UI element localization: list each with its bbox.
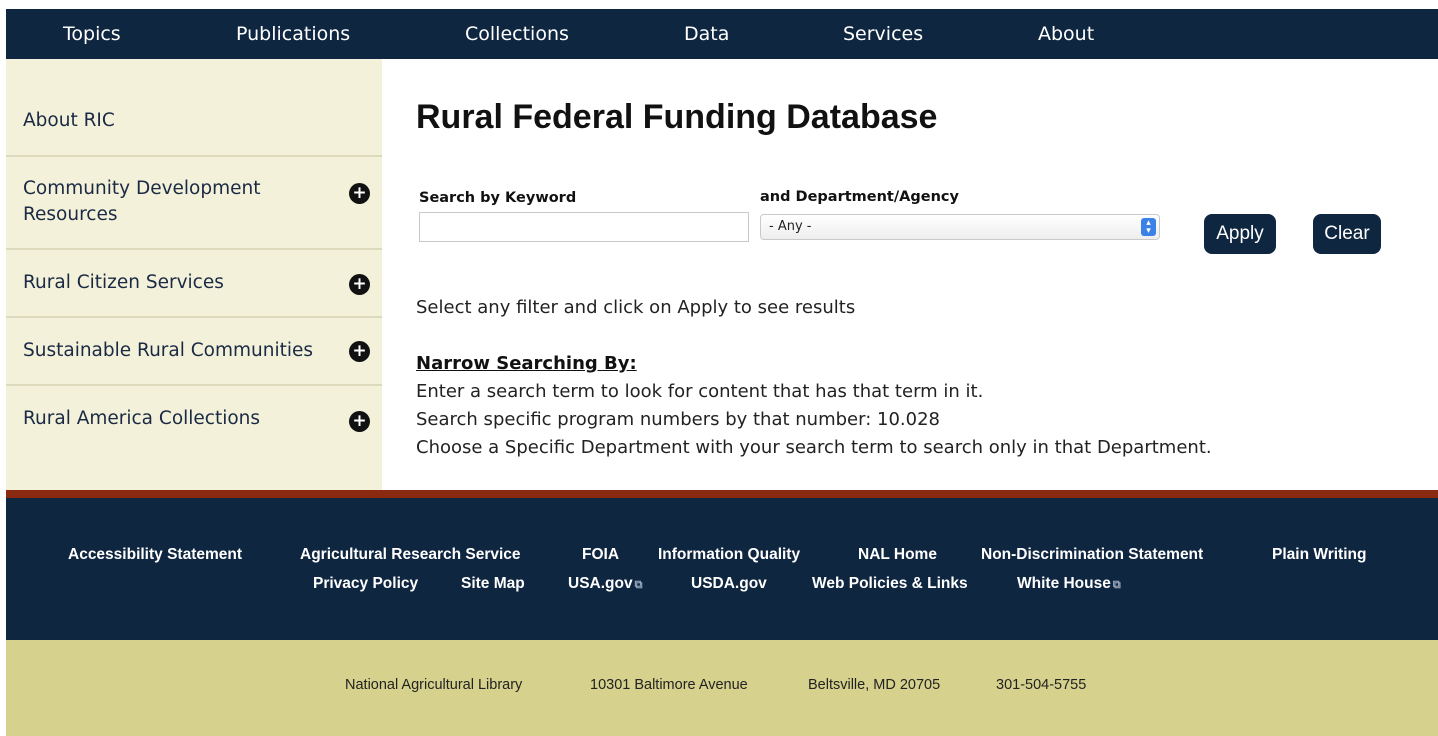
sidebar-item-rural-citizen-services[interactable]: Rural Citizen Services + <box>6 250 382 318</box>
footer-link-ars[interactable]: Agricultural Research Service <box>300 546 521 564</box>
page-title: Rural Federal Funding Database <box>416 98 938 136</box>
narrow-line: Search specific program numbers by that … <box>416 409 940 430</box>
footer-link-usda-gov[interactable]: USDA.gov <box>691 575 767 593</box>
sidebar-item-label: Sustainable Rural Communities <box>23 340 314 361</box>
footer-divider <box>6 490 1438 498</box>
sidebar-item-sustainable-rural-communities[interactable]: Sustainable Rural Communities + <box>6 318 382 386</box>
department-agency-select[interactable]: - Any - ▴ ▾ <box>760 214 1160 240</box>
footer-link-web-policies[interactable]: Web Policies & Links <box>812 575 968 593</box>
narrow-line: Enter a search term to look for content … <box>416 381 984 402</box>
keyword-search-input[interactable] <box>419 212 749 242</box>
nav-data[interactable]: Data <box>684 23 729 45</box>
sidebar-item-about-ric[interactable]: About RIC <box>6 59 382 157</box>
apply-button[interactable]: Apply <box>1204 214 1276 254</box>
sidebar-item-label: Rural Citizen Services <box>23 272 224 293</box>
footer-link-white-house[interactable]: White House <box>1017 575 1111 592</box>
footer-links: Accessibility Statement Agricultural Res… <box>6 498 1438 640</box>
top-navigation: Topics Publications Collections Data Ser… <box>6 9 1438 59</box>
keyword-label: Search by Keyword <box>419 190 577 206</box>
footer-link-information-quality[interactable]: Information Quality <box>658 546 800 564</box>
nav-about[interactable]: About <box>1038 23 1094 45</box>
address-phone: 301-504-5755 <box>996 677 1087 693</box>
sidebar-item-label: Community Development Resources <box>23 178 261 225</box>
footer-link-nal-home[interactable]: NAL Home <box>858 546 937 564</box>
footer-link-usa-gov[interactable]: USA.gov <box>568 575 633 592</box>
sidebar-item-rural-america-collections[interactable]: Rural America Collections + <box>6 386 382 454</box>
sidebar-item-community-development[interactable]: Community Development Resources + <box>6 157 382 250</box>
address-street: 10301 Baltimore Avenue <box>590 677 748 693</box>
footer-link-foia[interactable]: FOIA <box>582 546 619 564</box>
plus-circle-icon[interactable]: + <box>349 341 370 362</box>
sidebar-item-label: About RIC <box>23 110 115 131</box>
nav-topics[interactable]: Topics <box>63 23 121 45</box>
footer-link-accessibility[interactable]: Accessibility Statement <box>68 546 242 564</box>
narrow-searching-heading: Narrow Searching By: <box>416 353 637 374</box>
plus-circle-icon[interactable]: + <box>349 183 370 204</box>
clear-button[interactable]: Clear <box>1313 214 1381 254</box>
select-arrows-icon: ▴ ▾ <box>1141 218 1156 236</box>
department-label: and Department/Agency <box>760 189 959 205</box>
external-link-icon: ⧉ <box>1112 579 1121 591</box>
external-link-icon: ⧉ <box>634 579 643 591</box>
sidebar-item-label: Rural America Collections <box>23 408 261 429</box>
address-library: National Agricultural Library <box>345 677 523 693</box>
footer-link-white-house-wrap[interactable]: White House ⧉ <box>1017 575 1121 593</box>
instruction-text: Select any filter and click on Apply to … <box>416 297 856 318</box>
footer-link-non-discrimination[interactable]: Non-Discrimination Statement <box>981 546 1203 564</box>
plus-circle-icon[interactable]: + <box>349 411 370 432</box>
footer-link-privacy-policy[interactable]: Privacy Policy <box>313 575 418 593</box>
address-city: Beltsville, MD 20705 <box>808 677 941 693</box>
plus-circle-icon[interactable]: + <box>349 274 370 295</box>
nav-collections[interactable]: Collections <box>465 23 569 45</box>
nav-publications[interactable]: Publications <box>236 23 350 45</box>
footer-link-site-map[interactable]: Site Map <box>461 575 525 593</box>
nav-services[interactable]: Services <box>843 23 923 45</box>
select-value: - Any - <box>769 219 812 234</box>
sidebar: About RIC Community Development Resource… <box>6 59 382 491</box>
footer-link-plain-writing[interactable]: Plain Writing <box>1272 546 1366 564</box>
footer-link-usa-gov-wrap[interactable]: USA.gov ⧉ <box>568 575 642 593</box>
narrow-line: Choose a Specific Department with your s… <box>416 437 1212 458</box>
